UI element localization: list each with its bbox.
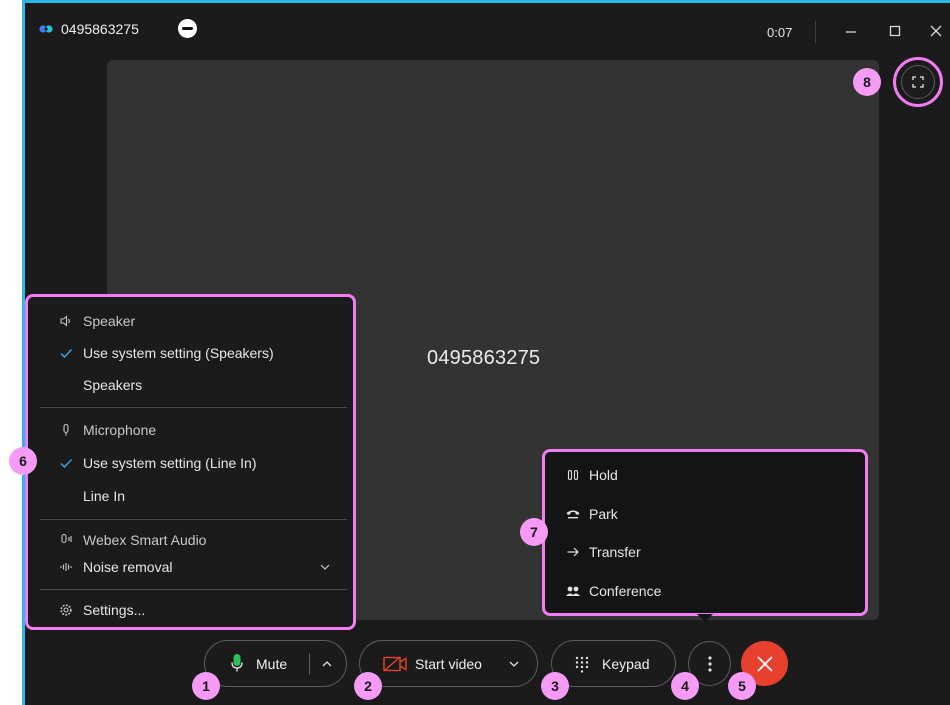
speaker-system-setting-option[interactable]: Use system setting (Speakers): [28, 338, 353, 368]
microphone-icon: [231, 654, 243, 672]
menu-divider: [40, 589, 347, 590]
microphone-heading-label: Microphone: [83, 422, 157, 438]
speaker-icon: [58, 313, 74, 329]
noise-removal-label: Noise removal: [83, 559, 173, 575]
call-actions-menu: Hold Park Transfer Conference: [542, 449, 868, 616]
minimize-icon: [846, 31, 856, 33]
keypad-icon: [575, 656, 589, 673]
speaker-device-label: Speakers: [83, 377, 143, 393]
transfer-option[interactable]: Transfer: [545, 537, 865, 567]
callout-badge-audio-menu: 6: [9, 447, 37, 475]
start-video-button[interactable]: Start video: [360, 641, 500, 686]
park-icon: [565, 506, 581, 522]
speaker-system-option-label: Use system setting (Speakers): [83, 345, 274, 361]
speaker-device-option[interactable]: Speakers: [28, 370, 353, 400]
callout-badge-end: 5: [728, 672, 756, 700]
audio-settings-menu: Speaker Use system setting (Speakers) Sp…: [25, 294, 356, 630]
callout-badge-more: 4: [671, 672, 699, 700]
microphone-icon: [58, 422, 74, 438]
menu-pointer: [697, 614, 713, 622]
webex-logo-icon: [39, 25, 53, 33]
do-not-disturb-status-icon[interactable]: [178, 19, 197, 38]
window-title: 0495863275: [61, 21, 139, 37]
speaker-heading-label: Speaker: [83, 313, 136, 329]
call-timer: 0:07: [767, 25, 793, 40]
more-vertical-icon: [707, 655, 712, 672]
microphone-heading: Microphone: [28, 415, 353, 445]
callout-badge-mute: 1: [192, 672, 220, 700]
audio-options-button[interactable]: [313, 647, 341, 680]
mute-divider: [309, 653, 310, 675]
smart-audio-heading: Webex Smart Audio: [28, 525, 353, 555]
caller-number: 0495863275: [427, 347, 541, 369]
conference-icon: [565, 583, 581, 599]
gear-icon: [58, 602, 74, 618]
fullscreen-icon: [912, 76, 924, 88]
noise-removal-dropdown[interactable]: Noise removal: [28, 552, 353, 582]
noise-removal-icon: [58, 559, 74, 575]
park-label: Park: [589, 506, 618, 522]
video-options-button[interactable]: [500, 647, 528, 680]
keypad-label: Keypad: [602, 655, 650, 672]
mute-button[interactable]: Mute: [205, 641, 307, 686]
keypad-button[interactable]: Keypad: [551, 640, 676, 687]
minimize-button[interactable]: [839, 19, 863, 43]
callout-badge-video: 2: [354, 672, 382, 700]
title-bar: 0495863275 0:07: [25, 3, 950, 55]
microphone-system-option-label: Use system setting (Line In): [83, 455, 257, 471]
start-video-label: Start video: [415, 655, 482, 672]
callout-badge-call-menu: 7: [520, 518, 548, 546]
maximize-icon: [889, 25, 901, 37]
video-off-icon: [383, 656, 407, 672]
hold-label: Hold: [589, 467, 618, 483]
callout-badge-keypad: 3: [541, 672, 569, 700]
chevron-down-icon: [509, 661, 519, 667]
mute-control: Mute: [204, 640, 347, 687]
close-icon: [930, 25, 942, 37]
smart-audio-icon: [58, 532, 74, 548]
park-option[interactable]: Park: [545, 499, 865, 529]
microphone-device-option[interactable]: Line In: [28, 481, 353, 511]
conference-label: Conference: [589, 583, 662, 599]
mute-label: Mute: [256, 655, 288, 672]
microphone-system-setting-option[interactable]: Use system setting (Line In): [28, 448, 353, 478]
callout-badge-fullscreen: 8: [853, 68, 881, 96]
smart-audio-label: Webex Smart Audio: [83, 532, 207, 548]
menu-divider: [40, 407, 347, 408]
maximize-button[interactable]: [883, 19, 907, 43]
close-window-button[interactable]: [924, 19, 948, 43]
microphone-device-label: Line In: [83, 488, 126, 504]
menu-divider: [40, 519, 347, 520]
hold-option[interactable]: Hold: [545, 460, 865, 490]
chevron-down-icon: [320, 564, 330, 570]
transfer-label: Transfer: [589, 544, 641, 560]
speaker-heading: Speaker: [28, 306, 353, 336]
chevron-up-icon: [322, 660, 332, 666]
hold-icon: [565, 467, 581, 483]
arrow-right-icon: [565, 544, 581, 560]
conference-option[interactable]: Conference: [545, 576, 865, 606]
start-video-control: Start video: [359, 640, 538, 687]
settings-label: Settings...: [83, 602, 146, 618]
settings-option[interactable]: Settings...: [28, 595, 353, 625]
checkmark-icon: [58, 455, 74, 471]
title-divider: [815, 21, 816, 43]
checkmark-icon: [58, 345, 74, 361]
fullscreen-button[interactable]: [901, 65, 935, 99]
end-call-x-icon: [756, 655, 773, 672]
